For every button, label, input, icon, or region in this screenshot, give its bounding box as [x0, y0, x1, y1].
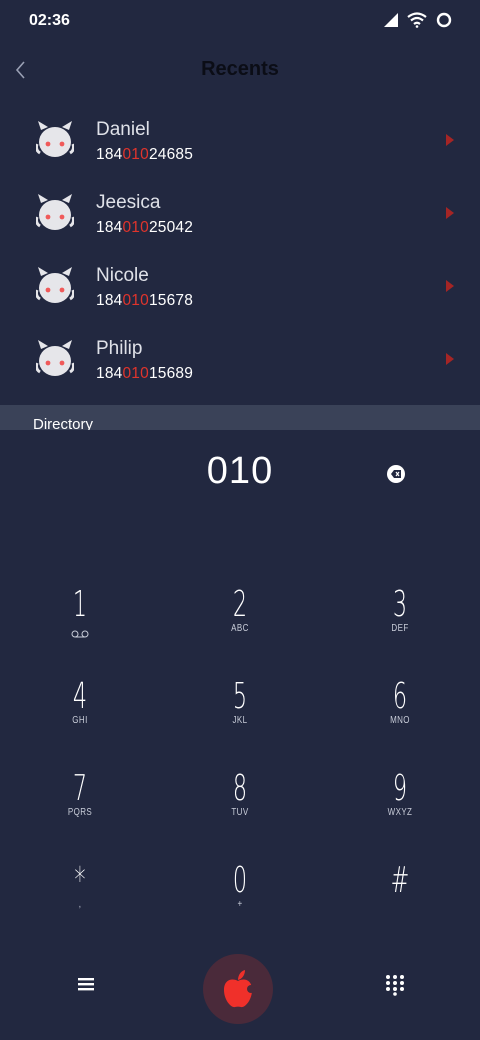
key-letters: JKL: [232, 715, 248, 726]
dialed-number: 010: [206, 450, 274, 492]
avatar-icon: [36, 121, 74, 157]
header: Recents: [0, 44, 480, 96]
status-time: 02:36: [29, 12, 70, 29]
key-letters: TUV: [231, 807, 249, 818]
number-match: 010: [122, 292, 149, 309]
call-button[interactable]: [203, 954, 273, 1024]
directory-label: Directory: [33, 416, 94, 430]
contact-number: 18401015678: [96, 292, 193, 310]
contact-name: Daniel: [96, 119, 150, 140]
recent-item-jeesica[interactable]: Jeesica 18401025042: [0, 177, 480, 250]
key-digit: 9: [392, 768, 408, 809]
contact-number: 18401015689: [96, 365, 193, 383]
backspace-button[interactable]: [387, 465, 405, 483]
directory-section-header: Directory: [0, 405, 480, 430]
avatar-icon: [36, 267, 74, 303]
key-digit: 1: [72, 584, 88, 625]
number-suffix: 24685: [148, 146, 194, 163]
number-prefix: 184: [96, 146, 123, 163]
number-match: 010: [122, 365, 149, 382]
number-prefix: 184: [96, 292, 123, 309]
play-arrow-icon[interactable]: [446, 280, 454, 292]
number-suffix: 15678: [148, 292, 194, 309]
key-letters: PQRS: [67, 807, 93, 818]
play-arrow-icon[interactable]: [446, 207, 454, 219]
key-digit: 2: [232, 584, 248, 625]
number-prefix: 184: [96, 219, 123, 236]
play-arrow-icon[interactable]: [446, 353, 454, 365]
dial-entry: 010: [0, 450, 480, 500]
key-digit: *: [74, 860, 86, 901]
contact-name: Jeesica: [96, 192, 161, 213]
recent-item-nicole[interactable]: Nicole 18401015678: [0, 250, 480, 323]
recent-item-philip[interactable]: Philip 18401015689: [0, 323, 480, 396]
key-digit: 6: [392, 676, 408, 717]
contact-name: Philip: [96, 338, 143, 359]
key-letters: DEF: [391, 623, 409, 634]
status-icons: [384, 12, 452, 28]
recent-item-daniel[interactable]: Daniel 18401024685: [0, 104, 480, 177]
contact-name: Nicole: [96, 265, 149, 286]
key-letters: +: [237, 899, 243, 910]
circle-status-icon: [436, 12, 452, 28]
key-2[interactable]: 2 ABC: [180, 585, 300, 665]
key-digit: 7: [72, 768, 88, 809]
number-match: 010: [122, 146, 149, 163]
avatar-icon: [36, 340, 74, 376]
voicemail-icon: [71, 630, 89, 638]
dialpad-icon: [386, 975, 404, 996]
avatar-icon: [36, 194, 74, 230]
key-digit: 4: [72, 676, 88, 717]
contact-number: 18401025042: [96, 219, 193, 237]
number-prefix: 184: [96, 365, 123, 382]
key-digit: #: [390, 860, 410, 901]
number-suffix: 15689: [148, 365, 194, 382]
signal-icon: [384, 13, 398, 27]
menu-icon: [78, 978, 94, 991]
key-5[interactable]: 5 JKL: [180, 677, 300, 757]
key-letters: ABC: [231, 623, 249, 634]
key-7[interactable]: 7 PQRS: [20, 769, 140, 849]
page-title: Recents: [201, 58, 279, 80]
key-digit: 3: [392, 584, 408, 625]
key-letters: MNO: [390, 715, 410, 726]
key-8[interactable]: 8 TUV: [180, 769, 300, 849]
recents-list: Daniel 18401024685 Jeesica 18401025042 N…: [0, 104, 480, 396]
key-digit: 8: [232, 768, 248, 809]
apple-icon: [224, 970, 255, 1008]
key-3[interactable]: 3 DEF: [340, 585, 460, 665]
number-match: 010: [122, 219, 149, 236]
key-hash[interactable]: #: [340, 861, 460, 941]
key-letters: WXYZ: [387, 807, 413, 818]
dialpad-button[interactable]: [384, 972, 406, 996]
key-letters: ,: [78, 899, 82, 910]
number-suffix: 25042: [148, 219, 194, 236]
key-0[interactable]: 0 +: [180, 861, 300, 941]
menu-button[interactable]: [74, 972, 98, 996]
key-9[interactable]: 9 WXYZ: [340, 769, 460, 849]
key-digit: 0: [232, 860, 248, 901]
key-digit: 5: [232, 676, 248, 717]
key-4[interactable]: 4 GHI: [20, 677, 140, 757]
contact-number: 18401024685: [96, 146, 193, 164]
bottom-bar: [0, 950, 480, 1024]
play-arrow-icon[interactable]: [446, 134, 454, 146]
key-1[interactable]: 1: [20, 585, 140, 665]
key-star[interactable]: * ,: [20, 861, 140, 941]
wifi-icon: [407, 12, 427, 28]
key-letters: GHI: [72, 715, 88, 726]
status-bar: 02:36: [0, 0, 480, 44]
key-6[interactable]: 6 MNO: [340, 677, 460, 757]
backspace-icon: [391, 470, 401, 478]
